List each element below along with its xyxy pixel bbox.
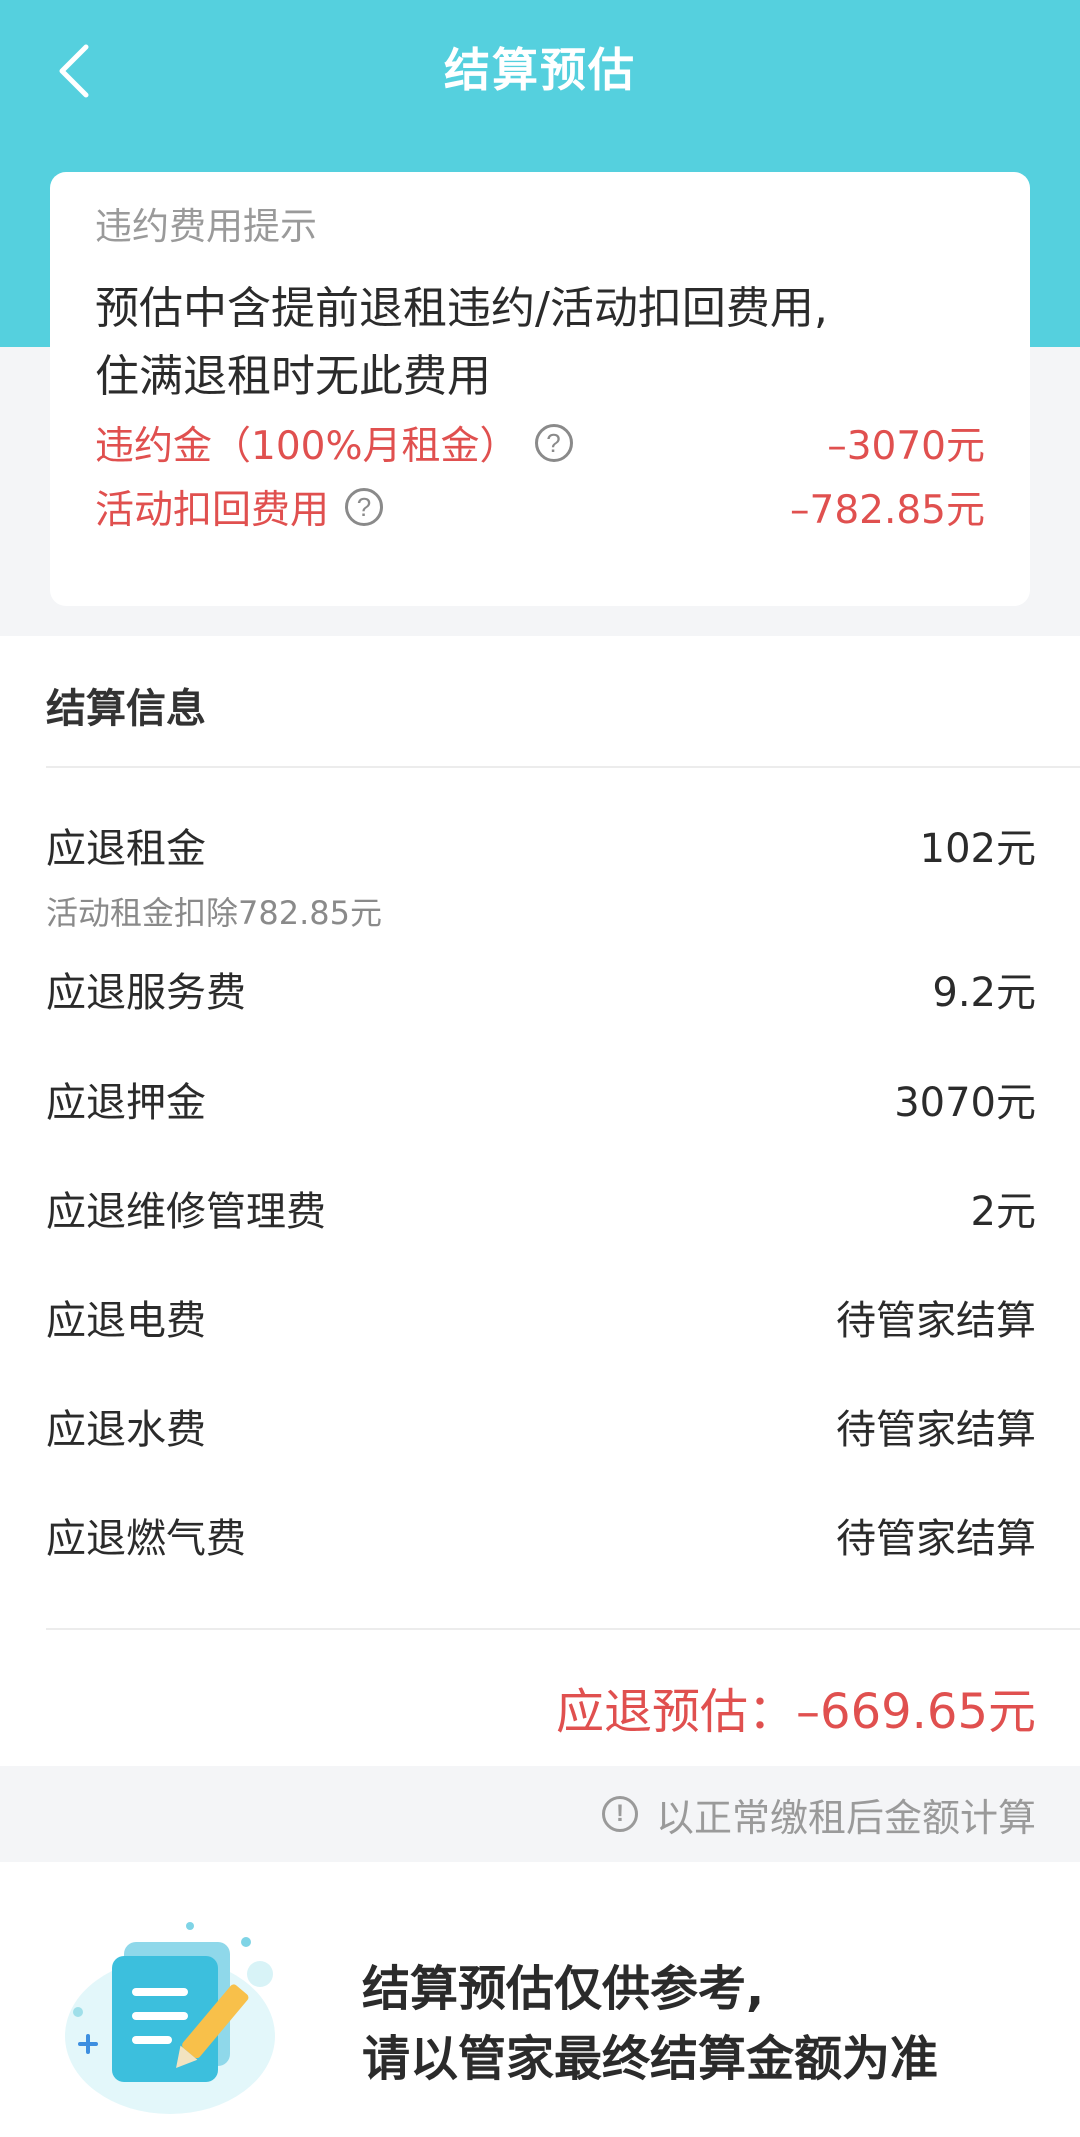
penalty-notice-card: 违约费用提示 预估中含提前退租违约/活动扣回费用, 住满退租时无此费用 违约金（… xyxy=(50,172,1030,606)
divider xyxy=(46,766,1080,768)
row-value: 待管家结算 xyxy=(836,1298,1036,1344)
section-title: 结算信息 xyxy=(46,686,206,732)
row-value: 待管家结算 xyxy=(836,1516,1036,1562)
penalty-label: 违约金（100%月租金） xyxy=(95,424,519,469)
disclaimer-text: 结算预估仅供参考, 请以管家最终结算金额为准 xyxy=(362,1954,938,2094)
row-label: 应退押金 xyxy=(46,1080,206,1126)
penalty-row-activity-clawback: 活动扣回费用 ? –782.85元 xyxy=(95,475,985,539)
row-label: 应退维修管理费 xyxy=(46,1189,326,1235)
row-value: 3070元 xyxy=(894,1080,1036,1126)
row-value: 102元 xyxy=(919,826,1036,872)
settlement-row-electricity: 应退电费 待管家结算 xyxy=(46,1288,1036,1346)
notice-body-line: 预估中含提前退租违约/活动扣回费用, xyxy=(95,283,828,334)
row-label: 应退租金 xyxy=(46,826,206,872)
notice-title: 违约费用提示 xyxy=(95,205,317,248)
settlement-row-water: 应退水费 待管家结算 xyxy=(46,1397,1036,1455)
row-label: 应退水费 xyxy=(46,1407,206,1453)
row-label: 应退电费 xyxy=(46,1298,206,1344)
page-title: 结算预估 xyxy=(444,43,636,97)
row-value: 9.2元 xyxy=(932,970,1036,1016)
row-label: 应退服务费 xyxy=(46,970,246,1016)
calculation-note-text: 以正常缴租后金额计算 xyxy=(655,1795,1036,1840)
row-label: 应退燃气费 xyxy=(46,1516,246,1562)
settlement-row-maintenance-fee: 应退维修管理费 2元 xyxy=(46,1179,1036,1237)
penalty-row-liquidated-damages: 违约金（100%月租金） ? –3070元 xyxy=(95,411,985,475)
row-value: 2元 xyxy=(970,1189,1036,1235)
disclaimer-line: 结算预估仅供参考, xyxy=(362,1961,765,2017)
settlement-section: 结算信息 应退租金 活动租金扣除782.85元 102元 应退服务费 9.2元 … xyxy=(0,636,1080,1766)
settlement-row-rent: 应退租金 活动租金扣除782.85元 102元 xyxy=(46,816,1036,934)
divider xyxy=(46,1628,1080,1630)
penalty-label: 活动扣回费用 xyxy=(95,488,330,533)
penalty-value: –782.85元 xyxy=(790,488,985,533)
penalty-value: –3070元 xyxy=(827,424,985,469)
notice-body-line: 住满退租时无此费用 xyxy=(95,351,491,402)
question-circle-icon[interactable]: ? xyxy=(345,488,384,526)
calculation-note: ! 以正常缴租后金额计算 xyxy=(0,1766,1080,1862)
settlement-row-gas: 应退燃气费 待管家结算 xyxy=(46,1506,1036,1564)
notice-body: 预估中含提前退租违约/活动扣回费用, 住满退租时无此费用 xyxy=(95,275,985,411)
document-edit-illustration xyxy=(65,1922,275,2114)
row-value: 待管家结算 xyxy=(836,1407,1036,1453)
settlement-row-deposit: 应退押金 3070元 xyxy=(46,1070,1036,1128)
refund-estimate: 应退预估：–669.65元 xyxy=(556,1684,1036,1740)
disclaimer-line: 请以管家最终结算金额为准 xyxy=(362,2031,939,2087)
disclaimer-panel: 结算预估仅供参考, 请以管家最终结算金额为准 xyxy=(0,1862,1080,2137)
settlement-row-service-fee: 应退服务费 9.2元 xyxy=(46,960,1036,1018)
info-circle-icon: ! xyxy=(601,1796,638,1832)
question-circle-icon[interactable]: ? xyxy=(534,424,573,462)
row-sublabel: 活动租金扣除782.85元 xyxy=(46,894,382,932)
